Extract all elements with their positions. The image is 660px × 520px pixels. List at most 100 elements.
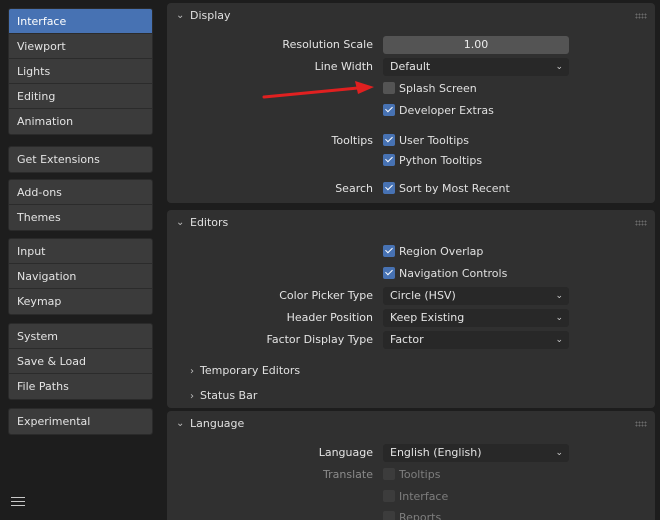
- language-value: English (English): [390, 446, 482, 459]
- factor-display-label: Factor Display Type: [266, 333, 373, 346]
- checkbox-checked-icon: [383, 245, 395, 257]
- checkbox-unchecked-icon: [383, 468, 395, 480]
- translate-reports-label: Reports: [399, 511, 442, 520]
- color-picker-value: Circle (HSV): [390, 289, 456, 302]
- developer-extras-label: Developer Extras: [399, 104, 494, 117]
- sidebar-item-input[interactable]: Input: [9, 239, 152, 264]
- splash-screen-label: Splash Screen: [399, 82, 477, 95]
- sidebar-item-navigation[interactable]: Navigation: [9, 264, 152, 289]
- editors-panel-title: Editors: [190, 216, 229, 229]
- line-width-dropdown[interactable]: Default ⌄: [383, 58, 569, 76]
- drag-grip-icon[interactable]: [635, 220, 647, 226]
- color-picker-row: Color Picker Type Circle (HSV) ⌄: [167, 286, 655, 306]
- nav-group-system: System Save & Load File Paths: [8, 323, 153, 400]
- checkbox-checked-icon: [383, 134, 395, 146]
- language-row: Language English (English) ⌄: [167, 443, 655, 463]
- hamburger-menu-icon[interactable]: [10, 494, 26, 508]
- sidebar-item-editing[interactable]: Editing: [9, 84, 152, 109]
- display-panel: ⌄ Display Resolution Scale 1.00 Line Wid…: [167, 3, 655, 203]
- factor-display-value: Factor: [390, 333, 424, 346]
- annotation-arrow-icon: [262, 81, 374, 99]
- checkbox-checked-icon: [383, 104, 395, 116]
- editors-panel-header[interactable]: ⌄ Editors: [167, 210, 655, 236]
- checkbox-unchecked-icon: [383, 82, 395, 94]
- header-position-row: Header Position Keep Existing ⌄: [167, 308, 655, 328]
- sidebar-item-keymap[interactable]: Keymap: [9, 289, 152, 314]
- checkbox-checked-icon: [383, 154, 395, 166]
- chevron-down-icon: ⌄: [555, 448, 563, 458]
- temporary-editors-subpanel[interactable]: › Temporary Editors: [190, 361, 300, 381]
- chevron-down-icon: ⌄: [176, 217, 185, 228]
- nav-group-extensions: Get Extensions: [8, 146, 153, 173]
- checkbox-checked-icon: [383, 182, 395, 194]
- user-tooltips-checkbox[interactable]: User Tooltips: [383, 131, 469, 151]
- translate-reports-checkbox[interactable]: Reports: [383, 508, 441, 520]
- checkbox-unchecked-icon: [383, 490, 395, 502]
- line-width-row: Line Width Default ⌄: [167, 57, 655, 77]
- factor-display-row: Factor Display Type Factor ⌄: [167, 330, 655, 350]
- chevron-down-icon: ⌄: [555, 335, 563, 345]
- nav-group-interface: Interface Viewport Lights Editing Animat…: [8, 8, 153, 135]
- checkbox-checked-icon: [383, 267, 395, 279]
- region-overlap-checkbox[interactable]: Region Overlap: [383, 242, 483, 262]
- tooltips-label: Tooltips: [331, 134, 373, 147]
- color-picker-dropdown[interactable]: Circle (HSV) ⌄: [383, 287, 569, 305]
- translate-label: Translate: [323, 468, 373, 481]
- translate-interface-label: Interface: [399, 490, 449, 503]
- navigation-controls-label: Navigation Controls: [399, 267, 508, 280]
- developer-extras-checkbox[interactable]: Developer Extras: [383, 101, 494, 121]
- sort-most-recent-label: Sort by Most Recent: [399, 182, 510, 195]
- chevron-down-icon: ⌄: [555, 62, 563, 72]
- chevron-down-icon: ⌄: [176, 10, 185, 21]
- header-position-dropdown[interactable]: Keep Existing ⌄: [383, 309, 569, 327]
- status-bar-label: Status Bar: [200, 389, 258, 402]
- navigation-controls-checkbox[interactable]: Navigation Controls: [383, 264, 507, 284]
- nav-group-input: Input Navigation Keymap: [8, 238, 153, 315]
- temporary-editors-label: Temporary Editors: [200, 364, 301, 377]
- sidebar-item-lights[interactable]: Lights: [9, 59, 152, 84]
- sidebar-item-add-ons[interactable]: Add-ons: [9, 180, 152, 205]
- chevron-down-icon: ⌄: [555, 313, 563, 323]
- sidebar-item-system[interactable]: System: [9, 324, 152, 349]
- chevron-right-icon: ›: [190, 391, 194, 402]
- sidebar-item-viewport[interactable]: Viewport: [9, 34, 152, 59]
- sidebar-item-experimental[interactable]: Experimental: [9, 409, 152, 434]
- resolution-scale-field[interactable]: 1.00: [383, 36, 569, 54]
- translate-tooltips-checkbox[interactable]: Tooltips: [383, 465, 440, 485]
- sidebar-item-save-load[interactable]: Save & Load: [9, 349, 152, 374]
- display-panel-header[interactable]: ⌄ Display: [167, 3, 655, 29]
- python-tooltips-checkbox[interactable]: Python Tooltips: [383, 151, 482, 171]
- chevron-down-icon: ⌄: [176, 418, 185, 429]
- search-label: Search: [335, 182, 373, 195]
- sidebar-item-file-paths[interactable]: File Paths: [9, 374, 152, 399]
- sidebar-item-interface[interactable]: Interface: [9, 9, 152, 34]
- sidebar-item-themes[interactable]: Themes: [9, 205, 152, 230]
- language-panel-title: Language: [190, 417, 245, 430]
- editors-panel: ⌄ Editors Region Overlap Navigation Cont…: [167, 210, 655, 408]
- line-width-label: Line Width: [314, 60, 373, 73]
- color-picker-label: Color Picker Type: [279, 289, 373, 302]
- resolution-scale-row: Resolution Scale 1.00: [167, 35, 655, 55]
- translate-interface-checkbox[interactable]: Interface: [383, 487, 448, 507]
- sort-most-recent-checkbox[interactable]: Sort by Most Recent: [383, 179, 510, 199]
- factor-display-dropdown[interactable]: Factor ⌄: [383, 331, 569, 349]
- splash-screen-checkbox[interactable]: Splash Screen: [383, 79, 477, 99]
- status-bar-subpanel[interactable]: › Status Bar: [190, 386, 257, 406]
- language-label: Language: [318, 446, 373, 459]
- language-dropdown[interactable]: English (English) ⌄: [383, 444, 569, 462]
- preferences-sidebar: Interface Viewport Lights Editing Animat…: [0, 0, 160, 520]
- sidebar-item-get-extensions[interactable]: Get Extensions: [9, 147, 152, 172]
- language-panel-header[interactable]: ⌄ Language: [167, 411, 655, 437]
- drag-grip-icon[interactable]: [635, 13, 647, 19]
- chevron-right-icon: ›: [190, 366, 194, 377]
- line-width-value: Default: [390, 60, 431, 73]
- nav-group-experimental: Experimental: [8, 408, 153, 435]
- sidebar-item-animation[interactable]: Animation: [9, 109, 152, 134]
- language-panel: ⌄ Language Language English (English) ⌄ …: [167, 411, 655, 520]
- header-position-value: Keep Existing: [390, 311, 465, 324]
- drag-grip-icon[interactable]: [635, 421, 647, 427]
- resolution-scale-label: Resolution Scale: [282, 38, 373, 51]
- preferences-main: ⌄ Display Resolution Scale 1.00 Line Wid…: [167, 0, 660, 520]
- region-overlap-label: Region Overlap: [399, 245, 484, 258]
- header-position-label: Header Position: [286, 311, 373, 324]
